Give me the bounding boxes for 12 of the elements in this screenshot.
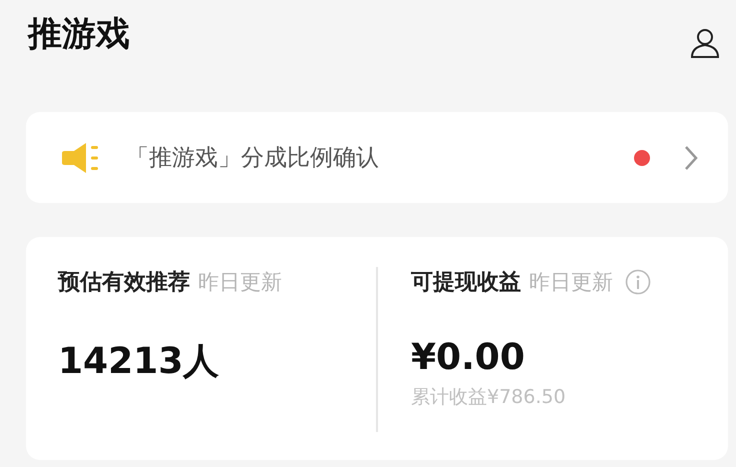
user-icon[interactable] xyxy=(688,26,722,60)
notice-banner[interactable]: 「推游戏」分成比例确认 xyxy=(26,112,728,203)
update-note: 昨日更新 xyxy=(529,269,613,296)
stat-label: 预估有效推荐 xyxy=(58,269,190,297)
update-note: 昨日更新 xyxy=(198,269,282,296)
stat-label: 可提现收益 xyxy=(411,269,521,297)
chevron-right-icon xyxy=(684,144,698,170)
stat-value: 14213人 xyxy=(58,340,220,384)
page-title: 推游戏 xyxy=(28,13,130,56)
notice-text: 「推游戏」分成比例确认 xyxy=(126,144,380,173)
stat-value: ¥0.00 xyxy=(411,337,526,378)
total-earnings: 累计收益¥786.50 xyxy=(411,385,567,410)
